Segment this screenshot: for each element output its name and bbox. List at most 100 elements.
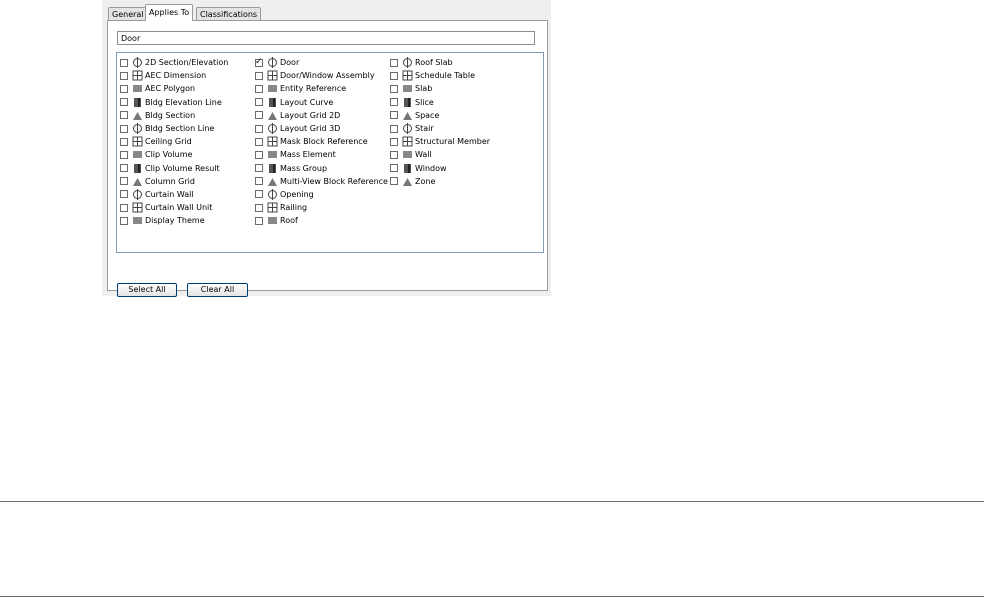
object-type-item[interactable]: Window [390, 162, 490, 175]
object-type-label: Display Theme [145, 216, 205, 226]
object-type-checkbox[interactable] [120, 84, 128, 93]
select-all-button[interactable]: Select All [117, 283, 177, 297]
object-type-checkbox[interactable] [255, 98, 263, 107]
object-type-checkbox[interactable] [390, 71, 398, 80]
object-type-item[interactable]: Display Theme [120, 214, 228, 227]
object-type-item[interactable]: Door [255, 56, 388, 69]
object-type-checkbox[interactable] [390, 84, 398, 93]
object-type-item[interactable]: Entity Reference [255, 82, 388, 95]
object-type-checkbox[interactable] [255, 111, 263, 120]
object-type-checkbox[interactable] [390, 98, 398, 107]
object-type-checkbox[interactable] [255, 190, 263, 199]
object-type-checkbox[interactable] [255, 216, 263, 225]
object-type-item[interactable]: Bldg Section Line [120, 122, 228, 135]
object-type-item[interactable]: Curtain Wall [120, 188, 228, 201]
object-type-label: Layout Grid 2D [280, 110, 341, 120]
roof-icon [267, 215, 278, 226]
object-type-item[interactable]: Bldg Section [120, 109, 228, 122]
object-type-checkbox[interactable] [120, 111, 128, 120]
clear-all-button[interactable]: Clear All [187, 283, 248, 297]
object-type-item[interactable]: Roof [255, 214, 388, 227]
object-type-item[interactable]: 2D Section/Elevation [120, 56, 228, 69]
object-type-item[interactable]: Multi-View Block Reference [255, 175, 388, 188]
object-type-item[interactable]: AEC Dimension [120, 69, 228, 82]
object-type-checkbox[interactable] [120, 150, 128, 159]
object-type-item[interactable]: Bldg Elevation Line [120, 96, 228, 109]
object-type-item[interactable]: Railing [255, 201, 388, 214]
object-type-checkbox[interactable] [120, 58, 128, 67]
object-type-label: Stair [415, 124, 434, 134]
object-type-label: Ceiling Grid [145, 137, 192, 147]
object-type-label: Clip Volume Result [145, 163, 220, 173]
object-type-checkbox[interactable] [255, 137, 263, 146]
object-type-checkbox[interactable] [255, 71, 263, 80]
object-type-item[interactable]: Stair [390, 122, 490, 135]
object-type-checkbox[interactable] [390, 177, 398, 186]
elevation-line-icon [132, 97, 143, 108]
object-type-item[interactable]: Layout Grid 2D [255, 109, 388, 122]
object-type-checkbox[interactable] [255, 150, 263, 159]
object-type-item[interactable]: Mass Group [255, 162, 388, 175]
object-type-item[interactable]: Layout Grid 3D [255, 122, 388, 135]
object-type-checkbox[interactable] [390, 137, 398, 146]
object-type-checkbox[interactable] [120, 124, 128, 133]
object-type-item[interactable]: Layout Curve [255, 96, 388, 109]
object-type-item[interactable]: Mask Block Reference [255, 135, 388, 148]
object-type-checkbox[interactable] [120, 216, 128, 225]
object-name-field[interactable] [117, 31, 535, 45]
object-type-checkbox[interactable] [120, 71, 128, 80]
object-type-item[interactable]: Structural Member [390, 135, 490, 148]
object-type-item[interactable]: Schedule Table [390, 69, 490, 82]
tab-applies-to[interactable]: Applies To [145, 4, 194, 21]
object-type-label: Space [415, 110, 440, 120]
object-type-item[interactable]: Wall [390, 148, 490, 161]
door-icon [267, 57, 278, 69]
object-type-item[interactable]: Opening [255, 188, 388, 201]
object-type-checkbox[interactable] [390, 150, 398, 159]
object-type-checkbox[interactable] [390, 164, 398, 173]
object-type-checkbox[interactable] [120, 203, 128, 212]
object-type-checkbox[interactable] [255, 56, 263, 68]
roof-slab-icon [402, 57, 413, 69]
object-type-item[interactable]: Clip Volume [120, 148, 228, 161]
wall-icon [402, 149, 413, 160]
object-type-label: Curtain Wall [145, 189, 194, 199]
style-properties-dialog: General Applies To Classifications 2D Se… [102, 0, 551, 297]
object-type-item[interactable]: Ceiling Grid [120, 135, 228, 148]
object-type-checkbox[interactable] [255, 203, 263, 212]
object-type-item[interactable]: Clip Volume Result [120, 162, 228, 175]
object-type-item[interactable]: Curtain Wall Unit [120, 201, 228, 214]
object-type-checkbox[interactable] [255, 177, 263, 186]
object-type-item[interactable]: Slab [390, 82, 490, 95]
object-type-checkbox[interactable] [255, 164, 263, 173]
object-type-checkbox[interactable] [255, 84, 263, 93]
object-type-checkbox[interactable] [120, 164, 128, 173]
object-type-item[interactable]: AEC Polygon [120, 82, 228, 95]
object-type-checkbox[interactable] [120, 190, 128, 199]
object-type-checkbox[interactable] [120, 137, 128, 146]
zone-icon [402, 176, 413, 187]
object-type-item[interactable]: Zone [390, 175, 490, 188]
object-type-label: Door [280, 58, 300, 68]
object-type-label: Slice [415, 97, 434, 107]
object-type-item[interactable]: Space [390, 109, 490, 122]
object-type-item[interactable]: Slice [390, 96, 490, 109]
object-type-checkbox[interactable] [390, 58, 398, 67]
horizontal-rule-top [0, 501, 984, 502]
object-type-item[interactable]: Roof Slab [390, 56, 490, 69]
object-type-item[interactable]: Mass Element [255, 148, 388, 161]
object-type-label: AEC Polygon [145, 84, 196, 94]
object-type-checkbox[interactable] [255, 124, 263, 133]
object-type-item[interactable]: Door/Window Assembly [255, 69, 388, 82]
object-type-label: Bldg Section Line [145, 124, 215, 134]
object-type-checkbox[interactable] [390, 111, 398, 120]
tab-general[interactable]: General [108, 7, 148, 21]
object-type-item[interactable]: Column Grid [120, 175, 228, 188]
layout-grid-2d-icon [267, 110, 278, 121]
stair-icon [402, 123, 413, 135]
object-type-checkbox[interactable] [390, 124, 398, 133]
tab-classifications[interactable]: Classifications [196, 7, 262, 21]
object-type-checkbox[interactable] [120, 177, 128, 186]
object-type-checkbox[interactable] [120, 98, 128, 107]
object-type-label: Curtain Wall Unit [145, 203, 213, 213]
